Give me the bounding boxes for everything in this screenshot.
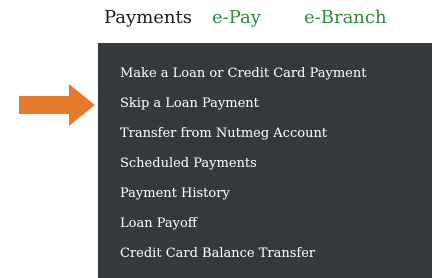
nav-item-e-branch[interactable]: e-Branch (304, 6, 387, 30)
nav-item-e-pay[interactable]: e-Pay (212, 6, 261, 30)
menu-item-skip-loan-payment[interactable]: Skip a Loan Payment (120, 95, 259, 112)
menu-item-transfer-from-nutmeg[interactable]: Transfer from Nutmeg Account (120, 125, 327, 142)
menu-item-make-payment[interactable]: Make a Loan or Credit Card Payment (120, 65, 366, 82)
top-navigation: Payments e-Pay e-Branch (98, 0, 432, 43)
menu-item-payment-history[interactable]: Payment History (120, 185, 230, 202)
menu-item-credit-card-balance-transfer[interactable]: Credit Card Balance Transfer (120, 245, 315, 262)
menu-item-scheduled-payments[interactable]: Scheduled Payments (120, 155, 257, 172)
menu-item-loan-payoff[interactable]: Loan Payoff (120, 215, 197, 232)
arrow-right-icon (19, 84, 95, 126)
nav-item-payments[interactable]: Payments (104, 6, 192, 30)
payments-dropdown-menu: Make a Loan or Credit Card Payment Skip … (98, 43, 432, 278)
